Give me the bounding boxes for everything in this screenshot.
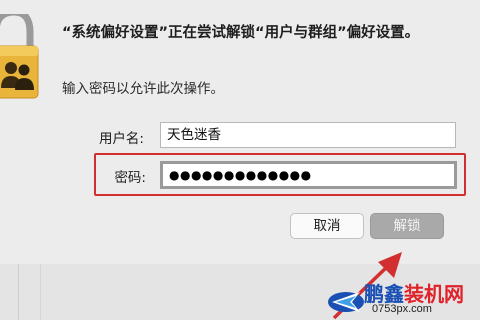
panel-divider — [40, 264, 41, 320]
password-label: 密码: — [114, 170, 146, 186]
dialog-prompt: 输入密码以允许此次操作。 — [62, 81, 224, 97]
watermark-logo-icon — [328, 292, 364, 312]
password-field[interactable]: ●●●●●●●●●●●●● — [160, 161, 457, 189]
auth-dialog: “系统偏好设置”正在尝试解锁“用户与群组”偏好设置。 输入密码以允许此次操作。 … — [0, 0, 480, 264]
cancel-button[interactable]: 取消 — [290, 213, 364, 239]
unlock-button[interactable]: 解锁 — [370, 213, 444, 239]
watermark: 鹏鑫装机网 0753px.com — [326, 278, 480, 320]
watermark-url: 0753px.com — [372, 303, 432, 315]
dialog-message: “系统偏好设置”正在尝试解锁“用户与群组”偏好设置。 — [62, 25, 420, 41]
username-field[interactable]: 天色迷香 — [160, 122, 456, 148]
lock-users-icon — [0, 8, 46, 104]
sidebar-divider — [18, 264, 19, 320]
username-label: 用户名: — [98, 131, 144, 147]
lock-icon — [0, 8, 39, 99]
